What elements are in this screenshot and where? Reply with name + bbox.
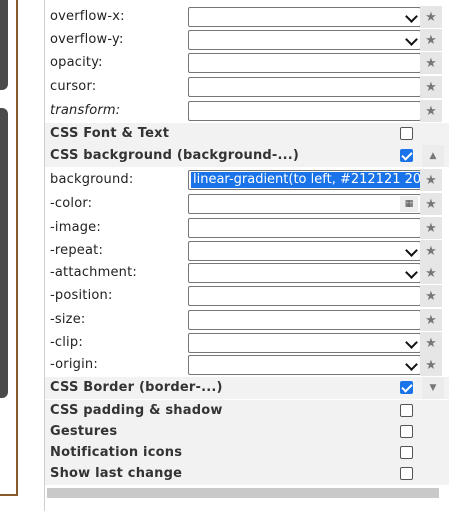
color-picker-icon[interactable]: ▦ <box>400 196 418 212</box>
star-icon[interactable]: ★ <box>420 285 442 307</box>
star-icon[interactable]: ★ <box>420 262 442 284</box>
background-input[interactable]: linear-gradient(to left, #212121 20 <box>188 170 421 190</box>
side-tab-bottom[interactable] <box>0 108 8 398</box>
chevron-down-icon <box>405 358 418 371</box>
star-icon[interactable]: ★ <box>420 100 442 122</box>
row-opacity: opacity: ★ <box>45 52 449 74</box>
row-bg-position: -position: ★ <box>45 285 449 307</box>
section-font-text-title: CSS Font & Text <box>50 126 170 141</box>
section-gestures-title: Gestures <box>50 424 118 439</box>
section-last-change[interactable]: Show last change <box>45 463 449 485</box>
horizontal-scrollbar[interactable] <box>47 488 439 498</box>
section-gestures[interactable]: Gestures <box>45 421 449 443</box>
chevron-down-icon <box>405 266 418 279</box>
bg-repeat-select[interactable] <box>188 241 421 261</box>
background-checkbox[interactable] <box>400 149 413 162</box>
chevron-down-icon <box>405 10 418 23</box>
section-font-text[interactable]: CSS Font & Text <box>45 123 449 145</box>
row-overflow-y: overflow-y: ★ <box>45 29 449 51</box>
bg-size-input[interactable] <box>188 310 421 330</box>
star-icon[interactable]: ★ <box>420 169 442 191</box>
row-bg-repeat: -repeat: ★ <box>45 240 449 262</box>
collapse-up-icon[interactable]: ▲ <box>422 145 444 167</box>
bg-color-input[interactable]: ▦ <box>188 194 421 214</box>
section-background-title: CSS background (background-...) <box>50 148 300 163</box>
row-bg-image: -image: ★ <box>45 217 449 239</box>
section-notifications-title: Notification icons <box>50 445 183 460</box>
section-padding[interactable]: CSS padding & shadow <box>45 400 449 422</box>
bg-origin-select[interactable] <box>188 355 421 375</box>
star-icon[interactable]: ★ <box>420 309 442 331</box>
bg-image-label: -image: <box>50 220 101 235</box>
opacity-label: opacity: <box>50 55 103 70</box>
chevron-down-icon <box>405 33 418 46</box>
row-bg-color: -color: ▦ ★ <box>45 193 449 215</box>
bg-position-label: -position: <box>50 288 113 303</box>
bg-clip-label: -clip: <box>50 335 83 350</box>
row-cursor: cursor: ★ <box>45 76 449 98</box>
transform-label: transform: <box>50 103 121 118</box>
row-bg-origin: -origin: ★ <box>45 354 449 376</box>
row-background: background: linear-gradient(to left, #21… <box>45 169 449 191</box>
star-icon[interactable]: ★ <box>420 217 442 239</box>
bg-color-label: -color: <box>50 196 93 211</box>
star-icon[interactable]: ★ <box>420 354 442 376</box>
bg-attachment-select[interactable] <box>188 263 421 283</box>
cursor-input[interactable] <box>188 77 421 97</box>
css-properties-panel: overflow-x: ★ overflow-y: ★ opacity: ★ c… <box>44 0 449 511</box>
row-bg-attachment: -attachment: ★ <box>45 262 449 284</box>
background-label: background: <box>50 172 134 187</box>
padding-checkbox[interactable] <box>400 404 413 417</box>
border-checkbox[interactable] <box>400 381 413 394</box>
row-overflow-x: overflow-x: ★ <box>45 6 449 28</box>
star-icon[interactable]: ★ <box>420 52 442 74</box>
background-value: linear-gradient(to left, #212121 20 <box>191 172 420 188</box>
star-icon[interactable]: ★ <box>420 76 442 98</box>
star-icon[interactable]: ★ <box>420 240 442 262</box>
bg-clip-select[interactable] <box>188 333 421 353</box>
bg-attachment-label: -attachment: <box>50 265 137 280</box>
star-icon[interactable]: ★ <box>420 29 442 51</box>
last-change-checkbox[interactable] <box>400 467 413 480</box>
font-text-checkbox[interactable] <box>400 127 413 140</box>
overflow-y-label: overflow-y: <box>50 32 124 47</box>
bg-position-input[interactable] <box>188 286 421 306</box>
section-padding-title: CSS padding & shadow <box>50 403 223 418</box>
chevron-down-icon <box>405 336 418 349</box>
transform-input[interactable] <box>188 101 421 121</box>
bg-size-label: -size: <box>50 312 86 327</box>
notifications-checkbox[interactable] <box>400 446 413 459</box>
row-bg-clip: -clip: ★ <box>45 332 449 354</box>
gestures-checkbox[interactable] <box>400 425 413 438</box>
section-notifications[interactable]: Notification icons <box>45 442 449 464</box>
bg-origin-label: -origin: <box>50 357 98 372</box>
row-bg-size: -size: ★ <box>45 309 449 331</box>
section-border-title: CSS Border (border-...) <box>50 380 223 395</box>
side-tab-top[interactable] <box>0 0 8 90</box>
star-icon[interactable]: ★ <box>420 193 442 215</box>
overflow-y-select[interactable] <box>188 30 421 50</box>
row-transform: transform: ★ <box>45 100 449 122</box>
opacity-input[interactable] <box>188 53 421 73</box>
cursor-label: cursor: <box>50 79 97 94</box>
overflow-x-select[interactable] <box>188 7 421 27</box>
chevron-down-icon <box>405 244 418 257</box>
star-icon[interactable]: ★ <box>420 332 442 354</box>
section-border[interactable]: CSS Border (border-...) ▼ <box>45 377 449 399</box>
star-icon[interactable]: ★ <box>420 6 442 28</box>
bg-image-input[interactable] <box>188 218 421 238</box>
section-last-change-title: Show last change <box>50 466 183 481</box>
overflow-x-label: overflow-x: <box>50 9 125 24</box>
section-background[interactable]: CSS background (background-...) ▲ <box>45 145 449 167</box>
bg-repeat-label: -repeat: <box>50 243 104 258</box>
expand-down-icon[interactable]: ▼ <box>422 377 444 399</box>
